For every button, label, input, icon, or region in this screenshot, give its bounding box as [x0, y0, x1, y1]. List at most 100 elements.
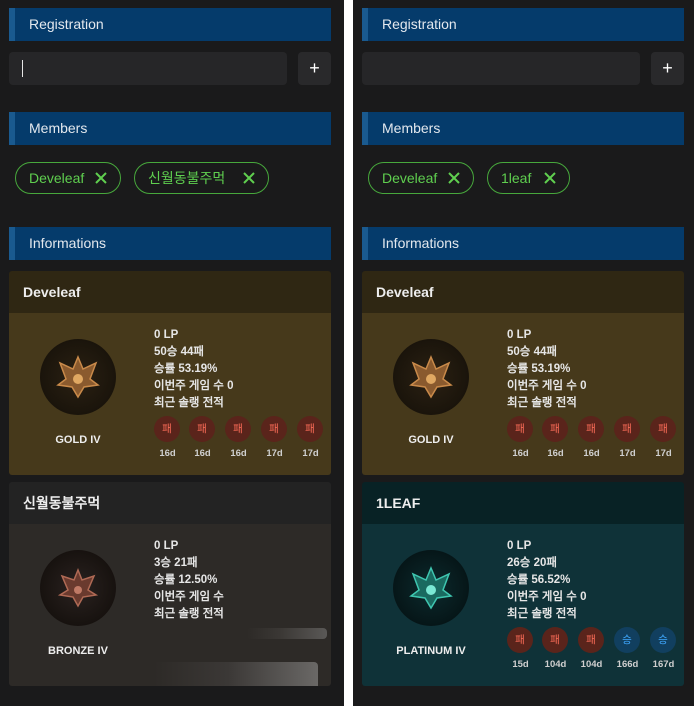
loss-badge: 패 [507, 416, 533, 442]
game-result: 패 16d [225, 416, 252, 459]
league-points: 0 LP [507, 329, 532, 341]
summoner-card: 신월동불주먹 BRONZE IV 0 LP 3승 21패 승률 12.50% 이… [9, 482, 331, 686]
summoner-name: Develeaf [9, 271, 331, 313]
game-result: 패 17d [614, 416, 641, 459]
close-icon[interactable] [543, 171, 557, 185]
game-result: 패 16d [578, 416, 605, 459]
informations-header: Informations [362, 227, 684, 260]
text-caret [22, 60, 23, 77]
summoner-stats: 0 LP 26승 20패 승률 56.52% 이번주 게임 수 0 최근 솔랭 … [507, 538, 586, 623]
rank-emblem [40, 550, 116, 626]
loss-badge: 패 [189, 416, 215, 442]
win-rate: 승률 53.19% [154, 363, 218, 375]
rank-emblem-icon [56, 355, 100, 399]
game-result: 패 104d [578, 627, 605, 670]
rank-emblem-icon [409, 355, 453, 399]
game-result: 패 17d [650, 416, 677, 459]
loss-badge: 패 [297, 416, 323, 442]
game-ago: 104d [580, 659, 603, 670]
loss-badge: 패 [542, 416, 568, 442]
game-ago: 166d [616, 659, 639, 670]
loading-skeleton [154, 662, 318, 686]
summoner-name: Develeaf [362, 271, 684, 313]
league-points: 0 LP [154, 540, 179, 552]
recent-solo-label: 최근 솔랭 전적 [507, 608, 577, 620]
summoner-card-body: BRONZE IV 0 LP 3승 21패 승률 12.50% 이번주 게임 수… [9, 524, 331, 686]
win-rate: 승률 53.19% [507, 363, 571, 375]
summoner-card-body: GOLD IV 0 LP 50승 44패 승률 53.19% 이번주 게임 수 … [362, 313, 684, 475]
member-chip[interactable]: Develeaf [368, 162, 474, 194]
summoner-card-body: GOLD IV 0 LP 50승 44패 승률 53.19% 이번주 게임 수 … [9, 313, 331, 475]
summoner-card: Develeaf GOLD IV 0 LP 50승 44패 승률 53.19% … [362, 271, 684, 475]
member-chip-label: Develeaf [29, 170, 85, 186]
game-ago: 17d [302, 448, 319, 459]
summoner-card: 1LEAF PLATINUM IV 0 LP 26승 20패 승률 56.52%… [362, 482, 684, 686]
league-points: 0 LP [507, 540, 532, 552]
win-loss-record: 3승 21패 [154, 557, 198, 569]
summoner-name: 신월동불주먹 [9, 482, 331, 524]
member-chip[interactable]: 1leaf [487, 162, 570, 194]
win-loss-record: 26승 20패 [507, 557, 557, 569]
rank-emblem-icon [57, 567, 99, 608]
game-result: 패 17d [261, 416, 288, 459]
member-chip[interactable]: Develeaf [15, 162, 121, 194]
rank-tier: BRONZE IV [48, 645, 108, 657]
game-ago: 16d [159, 448, 176, 459]
member-chip-label: Develeaf [382, 170, 438, 186]
game-ago: 16d [194, 448, 211, 459]
summoner-card: Develeaf GOLD IV 0 LP 50승 44패 승률 53.19% … [9, 271, 331, 475]
rank-tier: PLATINUM IV [396, 645, 466, 657]
left-panel: Registration + Members Develeaf 신월동불주먹 I… [0, 0, 344, 706]
recent-solo-label: 최근 솔랭 전적 [154, 397, 224, 409]
close-icon[interactable] [242, 171, 256, 185]
win-badge: 승 [614, 627, 640, 653]
add-member-button[interactable]: + [298, 52, 331, 85]
game-result: 패 16d [189, 416, 216, 459]
game-result: 승 166d [614, 627, 641, 670]
summoner-stats: 0 LP 3승 21패 승률 12.50% 이번주 게임 수 최근 솔랭 전적 [154, 538, 224, 623]
close-icon[interactable] [94, 171, 108, 185]
loss-badge: 패 [154, 416, 180, 442]
summoner-name-input[interactable] [9, 52, 287, 85]
game-result: 승 167d [650, 627, 677, 670]
member-chip-label: 신월동불주먹 [148, 170, 226, 186]
rank-tier: GOLD IV [55, 434, 101, 446]
win-rate: 승률 56.52% [507, 574, 571, 586]
summoner-stats: 0 LP 50승 44패 승률 53.19% 이번주 게임 수 0 최근 솔랭 … [507, 327, 586, 412]
summoner-name-input[interactable] [362, 52, 640, 85]
rank-emblem-icon [409, 566, 453, 610]
game-ago: 17d [655, 448, 672, 459]
game-result: 패 16d [507, 416, 534, 459]
add-member-button[interactable]: + [651, 52, 684, 85]
close-icon[interactable] [447, 171, 461, 185]
loss-badge: 패 [261, 416, 287, 442]
members-header: Members [9, 112, 331, 145]
weekly-games: 이번주 게임 수 0 [507, 380, 587, 392]
member-chip[interactable]: 신월동불주먹 [134, 162, 269, 194]
rank-emblem [393, 339, 469, 415]
win-loss-record: 50승 44패 [154, 346, 204, 358]
member-chip-label: 1leaf [501, 170, 532, 186]
game-result: 패 15d [507, 627, 534, 670]
game-result: 패 16d [154, 416, 181, 459]
weekly-games: 이번주 게임 수 0 [507, 591, 587, 603]
members-header: Members [362, 112, 684, 145]
league-points: 0 LP [154, 329, 179, 341]
loss-badge: 패 [542, 627, 568, 653]
loss-badge: 패 [578, 416, 604, 442]
registration-header: Registration [9, 8, 331, 41]
summoner-stats: 0 LP 50승 44패 승률 53.19% 이번주 게임 수 0 최근 솔랭 … [154, 327, 233, 412]
game-ago: 104d [544, 659, 567, 670]
weekly-games: 이번주 게임 수 0 [154, 380, 234, 392]
game-ago: 16d [583, 448, 600, 459]
game-ago: 16d [547, 448, 564, 459]
loss-badge: 패 [507, 627, 533, 653]
weekly-games: 이번주 게임 수 [154, 591, 224, 603]
game-result: 패 104d [542, 627, 569, 670]
rank-tier: GOLD IV [408, 434, 454, 446]
game-result: 패 17d [297, 416, 324, 459]
win-badge: 승 [650, 627, 676, 653]
loss-badge: 패 [578, 627, 604, 653]
informations-header: Informations [9, 227, 331, 260]
game-ago: 16d [512, 448, 529, 459]
